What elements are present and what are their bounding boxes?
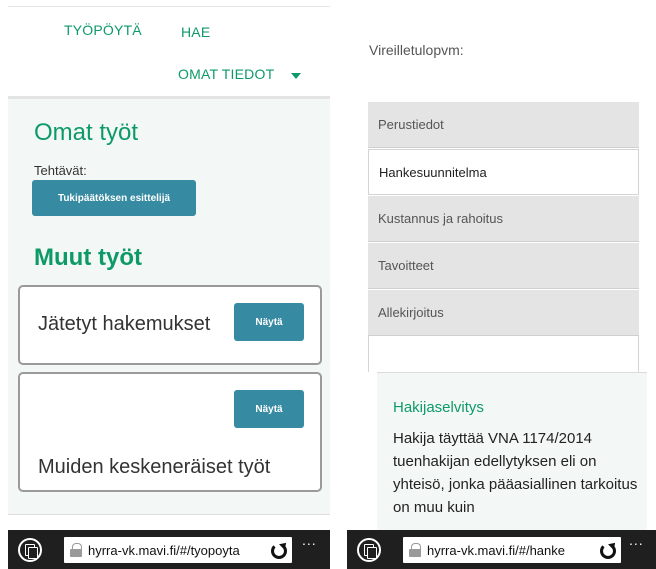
others-unfinished-works-card: Näytä Muiden keskeneräiset työt bbox=[18, 372, 322, 492]
tabs-icon[interactable] bbox=[357, 538, 381, 562]
url-text: hyrra-vk.mavi.fi/#/hanke bbox=[427, 542, 565, 558]
tab-costs-and-funding[interactable]: Kustannus ja rahoitus bbox=[368, 196, 639, 242]
panel-body-text: Hakija täyttää VNA 1174/2014 tuenhakijan… bbox=[393, 430, 638, 516]
other-works-heading: Muut työt bbox=[34, 244, 142, 271]
url-field[interactable]: hyrra-vk.mavi.fi/#/hanke bbox=[403, 537, 621, 563]
own-works-heading: Omat työt bbox=[34, 119, 139, 146]
tab-project-plan[interactable]: Hankesuunnitelma bbox=[368, 149, 639, 195]
nav-link-work[interactable]: TYÖPÖYTÄ bbox=[64, 22, 142, 38]
show-button[interactable]: Näytä bbox=[234, 303, 304, 341]
tab-content-area bbox=[368, 336, 639, 372]
right-phone-screen: Vireilletulopvm: Perustiedot Hankesuunni… bbox=[347, 0, 656, 530]
divider bbox=[8, 514, 330, 515]
filing-date-label: Vireilletulopvm: bbox=[369, 42, 464, 58]
main-content: Omat työt Tehtävät: Tukipäätöksen esitte… bbox=[8, 99, 330, 514]
screenshot-stage: TYÖPÖYTÄ HAE OMAT TIEDOT Omat työt Tehtä… bbox=[0, 0, 656, 569]
tab-basic-info[interactable]: Perustiedot bbox=[368, 102, 639, 148]
caret-down-icon[interactable] bbox=[291, 73, 301, 79]
nav-link-own-info[interactable]: OMAT TIEDOT bbox=[178, 66, 274, 82]
divider bbox=[8, 6, 330, 7]
url-field[interactable]: hyrra-vk.mavi.fi/#/tyopoyta bbox=[64, 537, 292, 563]
tab-signature[interactable]: Allekirjoitus bbox=[368, 290, 639, 336]
tabs-icon[interactable] bbox=[18, 538, 42, 562]
card-title: Muiden keskeneräiset työt bbox=[38, 456, 271, 478]
task-button[interactable]: Tukipäätöksen esittelijä bbox=[32, 180, 196, 216]
panel-title: Hakijaselvitys bbox=[393, 399, 484, 416]
browser-address-bar: hyrra-vk.mavi.fi/#/tyopoyta ... bbox=[8, 530, 330, 569]
browser-address-bar: hyrra-vk.mavi.fi/#/hanke ... bbox=[347, 530, 656, 569]
tasks-label: Tehtävät: bbox=[34, 163, 87, 178]
submitted-applications-card: Jätetyt hakemukset Näytä bbox=[18, 285, 322, 365]
lock-icon bbox=[70, 543, 82, 557]
tab-goals[interactable]: Tavoitteet bbox=[368, 243, 639, 289]
reload-icon[interactable] bbox=[597, 540, 617, 560]
lock-icon bbox=[409, 543, 421, 557]
nav-link-search[interactable]: HAE bbox=[181, 24, 210, 40]
applicant-info-panel: Hakijaselvitys Hakija täyttää VNA 1174/2… bbox=[377, 372, 647, 530]
show-button[interactable]: Näytä bbox=[234, 390, 304, 428]
more-icon[interactable]: ... bbox=[302, 532, 317, 548]
reload-icon[interactable] bbox=[268, 540, 288, 560]
more-icon[interactable]: ... bbox=[629, 532, 644, 548]
url-text: hyrra-vk.mavi.fi/#/tyopoyta bbox=[88, 542, 240, 558]
left-phone-screen: TYÖPÖYTÄ HAE OMAT TIEDOT Omat työt Tehtä… bbox=[8, 0, 330, 530]
card-title: Jätetyt hakemukset bbox=[38, 313, 211, 335]
